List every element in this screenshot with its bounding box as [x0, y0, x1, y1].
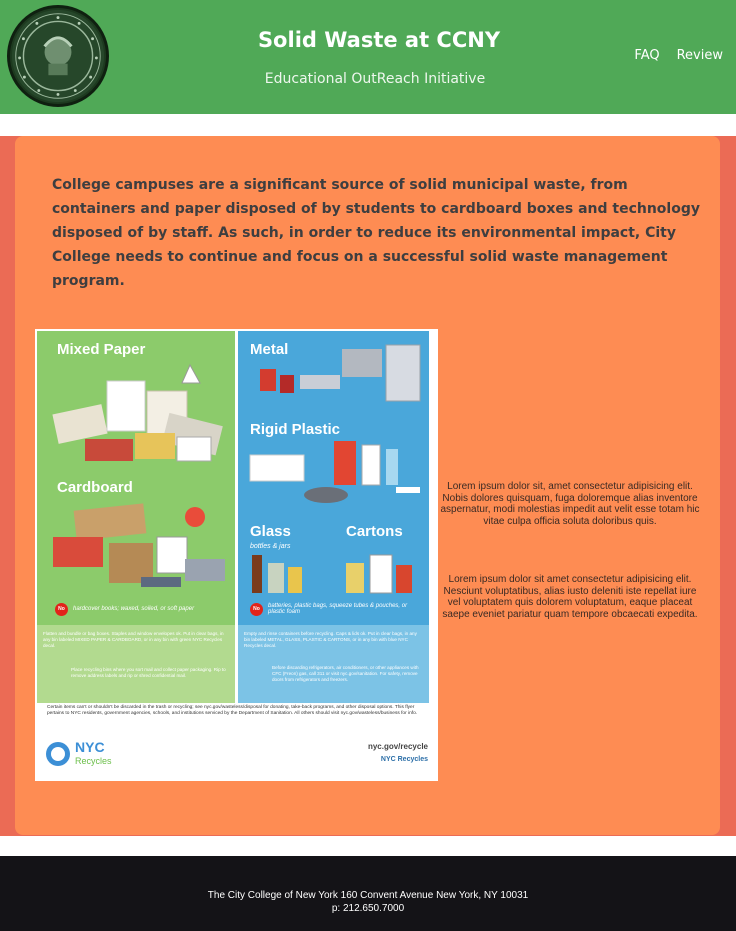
nyc-brand-sub: Recycles [75, 756, 112, 766]
recycling-poster: Mixed Paper Cardboard No hardcover books… [35, 329, 438, 781]
poster-footnote: Certain items can't or shouldn't be disc… [47, 705, 418, 716]
lorem-paragraph-1: Lorem ipsum dolor sit, amet consectetur … [440, 481, 700, 527]
footer-phone: p: 212.650.7000 [331, 903, 405, 914]
paper-items-illustration [52, 363, 223, 462]
nav-link-review[interactable]: Review [677, 48, 723, 63]
intro-paragraph: College campuses are a significant sourc… [52, 177, 700, 289]
nav-link-faq[interactable]: FAQ [634, 48, 659, 63]
site-footer: The City College of New York 160 Convent… [0, 856, 736, 931]
footer-address: The City College of New York 160 Convent… [207, 890, 529, 901]
nyc-recycle-url: nyc.gov/recycle [367, 742, 428, 751]
paper-tip: Place recycling bins where you sort mail… [71, 667, 226, 678]
nyc-brand: NYC [75, 739, 105, 755]
plastic-items-illustration [249, 441, 420, 503]
nyc-social-handle: NYC Recycles [380, 756, 428, 763]
glass-cartons-illustration [252, 554, 412, 594]
containers-panel: Metal Rigid Plastic Glass bottles & jars… [238, 331, 429, 625]
ccny-seal-icon[interactable] [7, 5, 109, 107]
glass-heading: Glass [250, 523, 291, 540]
nyc-seal-icon [46, 742, 70, 766]
no-badge-paper: No [55, 603, 68, 616]
cardboard-items-illustration [53, 503, 225, 587]
site-header: Solid Waste at CCNY Educational OutReach… [0, 0, 736, 114]
no-badge-containers: No [250, 603, 263, 616]
cardboard-heading: Cardboard [57, 479, 133, 496]
paper-instructions: Flatten and bundle or bag boxes. Staples… [43, 631, 224, 648]
paper-panel: Mixed Paper Cardboard No hardcover books… [37, 331, 235, 625]
mixed-paper-heading: Mixed Paper [57, 341, 146, 358]
site-subtitle: Educational OutReach Initiative [264, 71, 486, 87]
not-accepted-paper: hardcover books; waxed, soiled, or soft … [73, 606, 195, 612]
cartons-heading: Cartons [346, 523, 403, 540]
not-accepted-containers: batteries, plastic bags, squeeze tubes &… [268, 603, 408, 615]
container-tip: Before discarding refrigerators, air con… [272, 665, 419, 682]
lorem-paragraph-2: Lorem ipsum dolor sit amet consectetur a… [442, 574, 698, 620]
metal-items-illustration [260, 344, 421, 402]
site-title: Solid Waste at CCNY [257, 28, 501, 52]
top-nav: FAQ Review [634, 48, 723, 63]
container-instructions-panel: Empty and rinse containers before recycl… [238, 625, 429, 703]
container-instructions: Empty and rinse containers before recycl… [244, 631, 417, 648]
nyc-recycles-logo: NYC Recycles [45, 739, 121, 771]
paper-instructions-panel: Flatten and bundle or bag boxes. Staples… [37, 625, 235, 703]
